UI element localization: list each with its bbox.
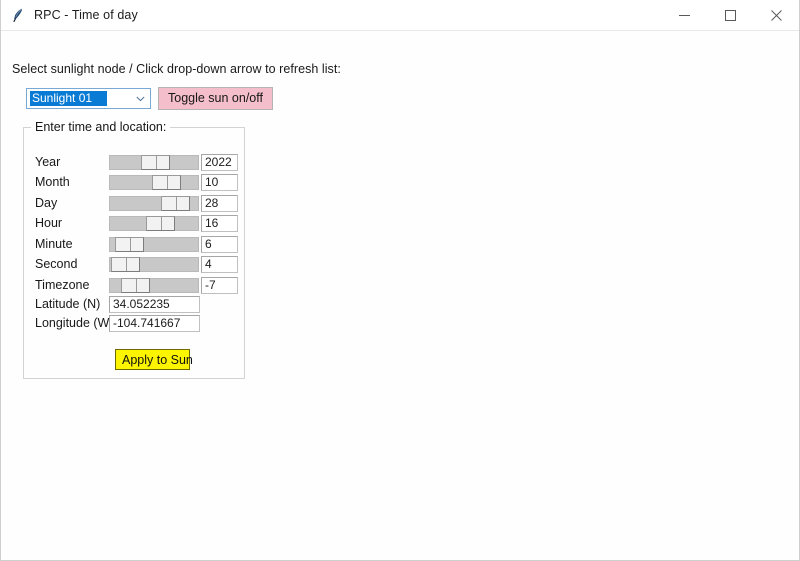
- slider-month[interactable]: [109, 175, 199, 190]
- minimize-button[interactable]: [661, 0, 707, 30]
- instruction-label: Select sunlight node / Click drop-down a…: [12, 62, 341, 76]
- input-timezone[interactable]: -7: [201, 277, 238, 294]
- app-window: RPC - Time of day Select sunlight node /…: [0, 0, 800, 561]
- toggle-sun-button[interactable]: Toggle sun on/off: [158, 87, 273, 110]
- chevron-down-icon: [136, 96, 145, 101]
- apply-to-sun-button[interactable]: Apply to Sun: [115, 349, 193, 370]
- sunlight-node-value: Sunlight 01: [30, 91, 107, 106]
- maximize-button[interactable]: [707, 0, 753, 30]
- input-month[interactable]: 10: [201, 174, 238, 191]
- slider-thumb-month[interactable]: [152, 175, 181, 190]
- slider-hour[interactable]: [109, 216, 199, 231]
- minimize-icon: [678, 14, 690, 16]
- input-second[interactable]: 4: [201, 256, 238, 273]
- client-area: Select sunlight node / Click drop-down a…: [1, 31, 799, 560]
- input-hour[interactable]: 16: [201, 215, 238, 232]
- slider-day[interactable]: [109, 196, 199, 211]
- title-bar: RPC - Time of day: [1, 0, 799, 31]
- field-label-minute: Minute: [35, 237, 73, 251]
- slider-thumb-day[interactable]: [161, 196, 190, 211]
- time-location-groupbox-title: Enter time and location:: [31, 120, 171, 134]
- window-controls: [661, 0, 799, 30]
- field-label-latitude-n: Latitude (N): [35, 297, 101, 311]
- combobox-dropdown-button[interactable]: [131, 89, 150, 108]
- field-label-longitude-w: Longitude (W): [35, 316, 114, 330]
- tk-feather-icon: [13, 8, 22, 22]
- close-icon: [770, 9, 782, 21]
- field-label-year: Year: [35, 155, 61, 169]
- field-label-timezone: Timezone: [35, 278, 90, 292]
- slider-thumb-hour[interactable]: [146, 216, 175, 231]
- slider-thumb-minute[interactable]: [115, 237, 144, 252]
- slider-minute[interactable]: [109, 237, 199, 252]
- slider-year[interactable]: [109, 155, 199, 170]
- slider-timezone[interactable]: [109, 278, 199, 293]
- field-label-second: Second: [35, 257, 78, 271]
- input-day[interactable]: 28: [201, 195, 238, 212]
- input-year[interactable]: 2022: [201, 154, 238, 171]
- field-label-day: Day: [35, 196, 58, 210]
- maximize-icon: [724, 9, 736, 21]
- field-label-hour: Hour: [35, 216, 63, 230]
- input-minute[interactable]: 6: [201, 236, 238, 253]
- slider-thumb-year[interactable]: [141, 155, 170, 170]
- window-title: RPC - Time of day: [34, 8, 138, 22]
- input-longitude-w[interactable]: -104.741667: [109, 315, 200, 332]
- slider-second[interactable]: [109, 257, 199, 272]
- slider-thumb-second[interactable]: [111, 257, 140, 272]
- close-button[interactable]: [753, 0, 799, 30]
- input-latitude-n[interactable]: 34.052235: [109, 296, 200, 313]
- slider-thumb-timezone[interactable]: [121, 278, 150, 293]
- sunlight-node-combobox[interactable]: Sunlight 01: [26, 88, 151, 109]
- field-label-month: Month: [35, 175, 70, 189]
